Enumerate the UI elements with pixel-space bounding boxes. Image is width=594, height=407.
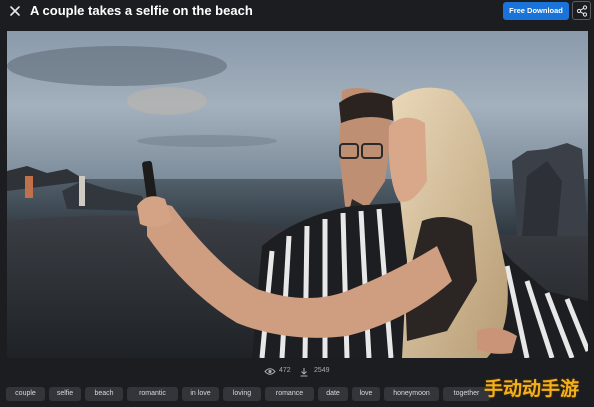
tag-romance[interactable]: romance: [265, 387, 314, 401]
site-watermark: 手动动手游: [484, 378, 580, 400]
tag-romantic[interactable]: romantic: [127, 387, 178, 401]
share-button[interactable]: [572, 1, 591, 20]
beach-selfie-photo[interactable]: [7, 31, 588, 358]
tag-love[interactable]: love: [352, 387, 380, 401]
page-title: A couple takes a selfie on the beach: [30, 3, 253, 18]
share-icon: [576, 5, 588, 17]
photo-illustration: [7, 31, 588, 358]
tag-together[interactable]: together: [443, 387, 490, 401]
close-button[interactable]: [8, 4, 22, 18]
header-bar: A couple takes a selfie on the beach Fre…: [0, 0, 594, 26]
views-count: 472: [279, 367, 291, 374]
downloads-count: 2549: [314, 367, 330, 374]
tag-honeymoon[interactable]: honeymoon: [384, 387, 439, 401]
tag-couple[interactable]: couple: [6, 387, 45, 401]
tag-beach[interactable]: beach: [85, 387, 123, 401]
download-icon: [300, 368, 308, 377]
close-icon: [10, 6, 20, 16]
tag-selfie[interactable]: selfie: [49, 387, 81, 401]
eye-icon: [264, 368, 276, 375]
tag-loving[interactable]: loving: [223, 387, 261, 401]
free-download-button[interactable]: Free Download: [503, 2, 569, 20]
tag-in-love[interactable]: in love: [182, 387, 219, 401]
tag-date[interactable]: date: [318, 387, 348, 401]
